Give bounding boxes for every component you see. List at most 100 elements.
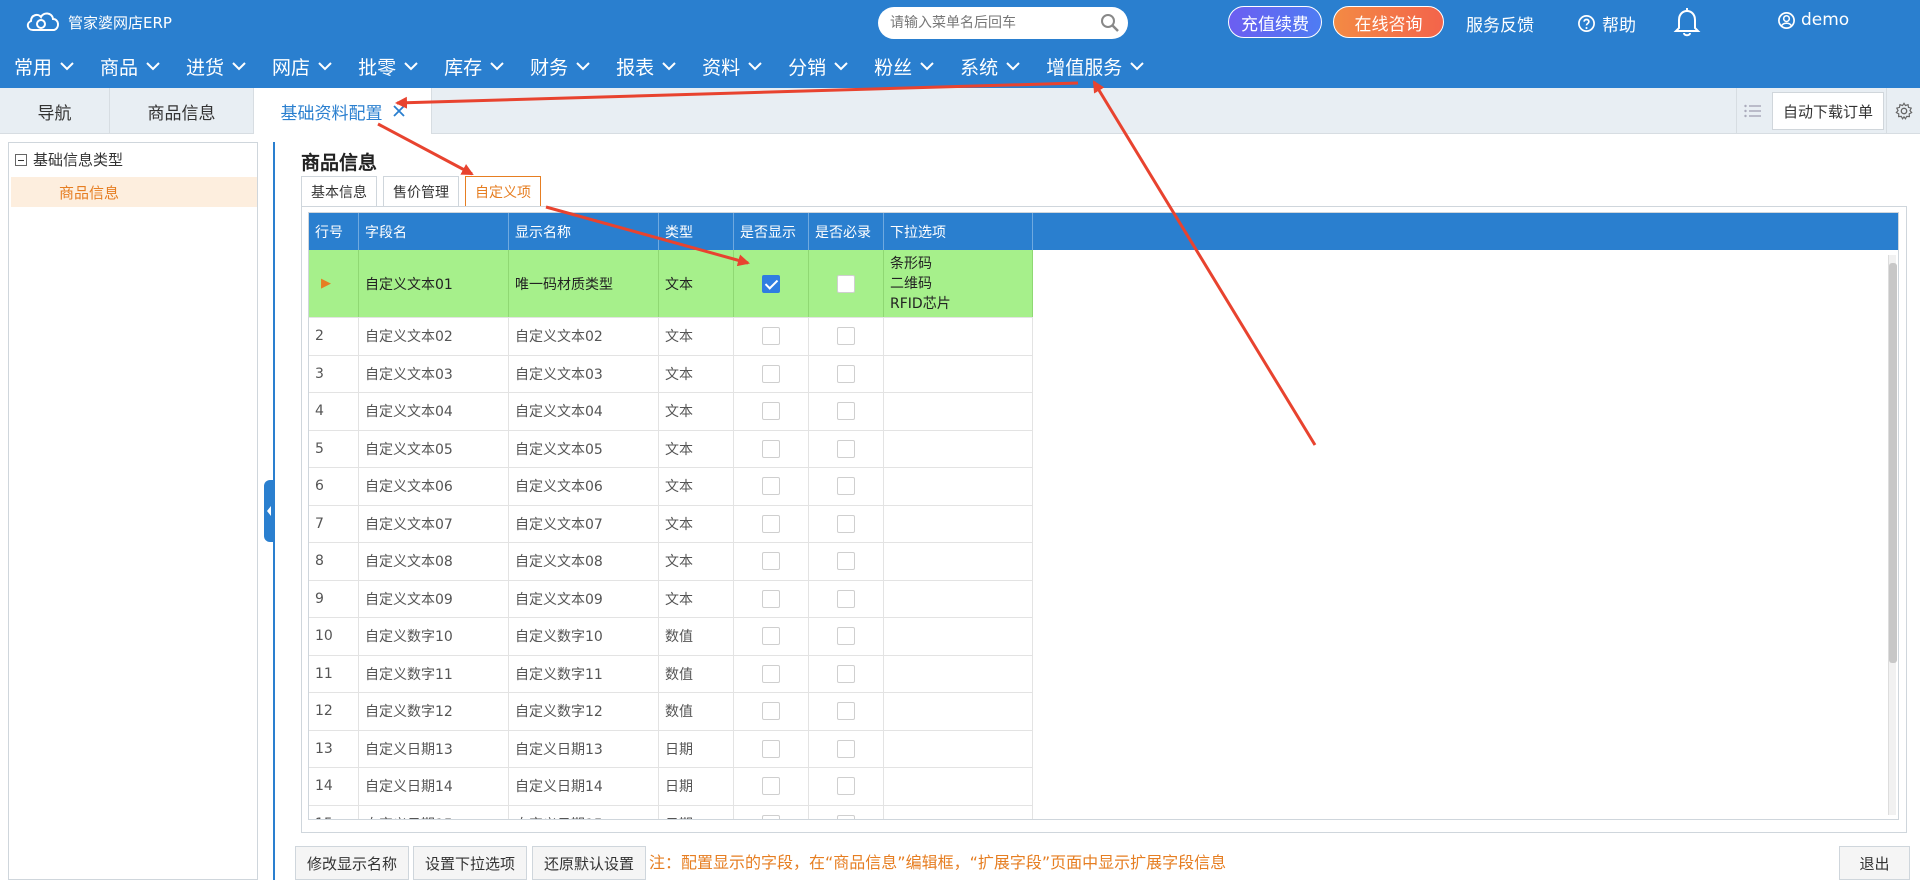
display-name-cell[interactable]: 自定义数字11: [509, 655, 659, 692]
required-checkbox[interactable]: [837, 739, 855, 758]
show-checkbox[interactable]: [762, 739, 780, 758]
required-checkbox[interactable]: [837, 327, 855, 346]
table-row[interactable]: 9 自定义文本09 自定义文本09 文本: [309, 580, 1033, 618]
close-icon[interactable]: [392, 105, 405, 117]
show-checkbox[interactable]: [762, 477, 780, 496]
tab-basic-data-config[interactable]: 基础资料配置: [254, 88, 432, 134]
table-row[interactable]: 15 自定义日期15 自定义日期15 日期: [309, 805, 1033, 819]
table-row[interactable]: 12 自定义数字12 自定义数字12 数值: [309, 693, 1033, 731]
show-checkbox[interactable]: [762, 589, 780, 608]
tab-goods-info[interactable]: 商品信息: [110, 88, 254, 134]
table-row[interactable]: 3 自定义文本03 自定义文本03 文本: [309, 355, 1033, 393]
required-checkbox[interactable]: [837, 274, 855, 293]
dropdown-options-cell[interactable]: [884, 693, 1033, 730]
tab-list-button[interactable]: [1735, 88, 1770, 134]
brand-logo[interactable]: 管家婆网店ERP: [24, 10, 172, 34]
exit-button[interactable]: 退出: [1839, 846, 1910, 880]
dropdown-options-cell[interactable]: [884, 580, 1033, 617]
display-name-cell[interactable]: 唯一码材质类型: [509, 250, 659, 317]
display-name-cell[interactable]: 自定义文本04: [509, 393, 659, 430]
table-row[interactable]: 2 自定义文本02 自定义文本02 文本: [309, 318, 1033, 356]
required-checkbox[interactable]: [837, 364, 855, 383]
display-name-cell[interactable]: 自定义日期13: [509, 730, 659, 767]
dropdown-options-cell[interactable]: [884, 655, 1033, 692]
menu-item-goods[interactable]: 商品: [100, 53, 160, 80]
field-name-cell[interactable]: 自定义文本09: [359, 580, 509, 617]
online-consult-button[interactable]: 在线咨询: [1333, 6, 1444, 38]
menu-item-common[interactable]: 常用: [14, 53, 74, 80]
table-row[interactable]: 7 自定义文本07 自定义文本07 文本: [309, 505, 1033, 543]
menu-item-fans[interactable]: 粉丝: [874, 53, 934, 80]
show-checkbox[interactable]: [762, 364, 780, 383]
subtab-custom-fields[interactable]: 自定义项: [465, 176, 541, 206]
required-checkbox[interactable]: [837, 477, 855, 496]
table-row[interactable]: 14 自定义日期14 自定义日期14 日期: [309, 768, 1033, 806]
field-name-cell[interactable]: 自定义数字11: [359, 655, 509, 692]
dropdown-options-cell[interactable]: [884, 543, 1033, 580]
show-checkbox[interactable]: [762, 402, 780, 421]
column-header-required[interactable]: 是否必录: [809, 213, 884, 250]
table-row[interactable]: 13 自定义日期13 自定义日期13 日期: [309, 730, 1033, 768]
show-checkbox[interactable]: [762, 627, 780, 646]
table-row[interactable]: 6 自定义文本06 自定义文本06 文本: [309, 468, 1033, 506]
field-name-cell[interactable]: 自定义日期15: [359, 805, 509, 819]
dropdown-options-cell[interactable]: [884, 618, 1033, 655]
column-header-type[interactable]: 类型: [659, 213, 734, 250]
display-name-cell[interactable]: 自定义文本03: [509, 355, 659, 392]
field-name-cell[interactable]: 自定义文本04: [359, 393, 509, 430]
required-checkbox[interactable]: [837, 514, 855, 533]
column-header-display-name[interactable]: 显示名称: [509, 213, 659, 250]
display-name-cell[interactable]: 自定义数字12: [509, 693, 659, 730]
display-name-cell[interactable]: 自定义数字10: [509, 618, 659, 655]
menu-item-distribution[interactable]: 分销: [788, 53, 848, 80]
required-checkbox[interactable]: [837, 814, 855, 819]
field-name-cell[interactable]: 自定义文本01: [359, 250, 509, 317]
display-name-cell[interactable]: 自定义文本08: [509, 543, 659, 580]
menu-search-box[interactable]: [878, 7, 1128, 39]
show-checkbox[interactable]: [762, 552, 780, 571]
help-link[interactable]: 帮助: [1577, 11, 1636, 36]
show-checkbox[interactable]: [762, 274, 780, 293]
show-checkbox[interactable]: [762, 814, 780, 819]
field-name-cell[interactable]: 自定义数字12: [359, 693, 509, 730]
required-checkbox[interactable]: [837, 664, 855, 683]
dropdown-options-cell[interactable]: [884, 505, 1033, 542]
required-checkbox[interactable]: [837, 589, 855, 608]
show-checkbox[interactable]: [762, 664, 780, 683]
restore-defaults-button[interactable]: 还原默认设置: [532, 846, 647, 880]
required-checkbox[interactable]: [837, 702, 855, 721]
settings-button[interactable]: [1886, 88, 1920, 134]
search-icon[interactable]: [1100, 13, 1120, 33]
required-checkbox[interactable]: [837, 439, 855, 458]
dropdown-options-cell[interactable]: 条形码 二维码 RFID芯片: [884, 250, 1033, 317]
menu-item-data[interactable]: 资料: [702, 53, 762, 80]
field-name-cell[interactable]: 自定义文本06: [359, 468, 509, 505]
dropdown-options-cell[interactable]: [884, 393, 1033, 430]
menu-item-system[interactable]: 系统: [960, 53, 1020, 80]
menu-search-input[interactable]: [890, 15, 1100, 31]
subtab-basic-info[interactable]: 基本信息: [301, 176, 377, 206]
table-row[interactable]: 5 自定义文本05 自定义文本05 文本: [309, 430, 1033, 468]
field-name-cell[interactable]: 自定义数字10: [359, 618, 509, 655]
show-checkbox[interactable]: [762, 777, 780, 796]
grid-scrollbar[interactable]: [1888, 255, 1897, 815]
menu-item-reports[interactable]: 报表: [616, 53, 676, 80]
tab-navigation[interactable]: 导航: [0, 88, 110, 134]
dropdown-options-cell[interactable]: [884, 730, 1033, 767]
table-row[interactable]: 4 自定义文本04 自定义文本04 文本: [309, 393, 1033, 431]
dropdown-options-cell[interactable]: [884, 768, 1033, 805]
dropdown-options-cell[interactable]: [884, 468, 1033, 505]
menu-item-purchase[interactable]: 进货: [186, 53, 246, 80]
field-name-cell[interactable]: 自定义日期14: [359, 768, 509, 805]
user-menu[interactable]: demo: [1777, 10, 1849, 30]
menu-item-eshop[interactable]: 网店: [272, 53, 332, 80]
field-name-cell[interactable]: 自定义文本05: [359, 430, 509, 467]
table-row[interactable]: 10 自定义数字10 自定义数字10 数值: [309, 618, 1033, 656]
menu-item-inventory[interactable]: 库存: [444, 53, 504, 80]
display-name-cell[interactable]: 自定义文本05: [509, 430, 659, 467]
show-checkbox[interactable]: [762, 702, 780, 721]
menu-item-finance[interactable]: 财务: [530, 53, 590, 80]
dropdown-options-cell[interactable]: [884, 318, 1033, 355]
required-checkbox[interactable]: [837, 552, 855, 571]
display-name-cell[interactable]: 自定义文本07: [509, 505, 659, 542]
